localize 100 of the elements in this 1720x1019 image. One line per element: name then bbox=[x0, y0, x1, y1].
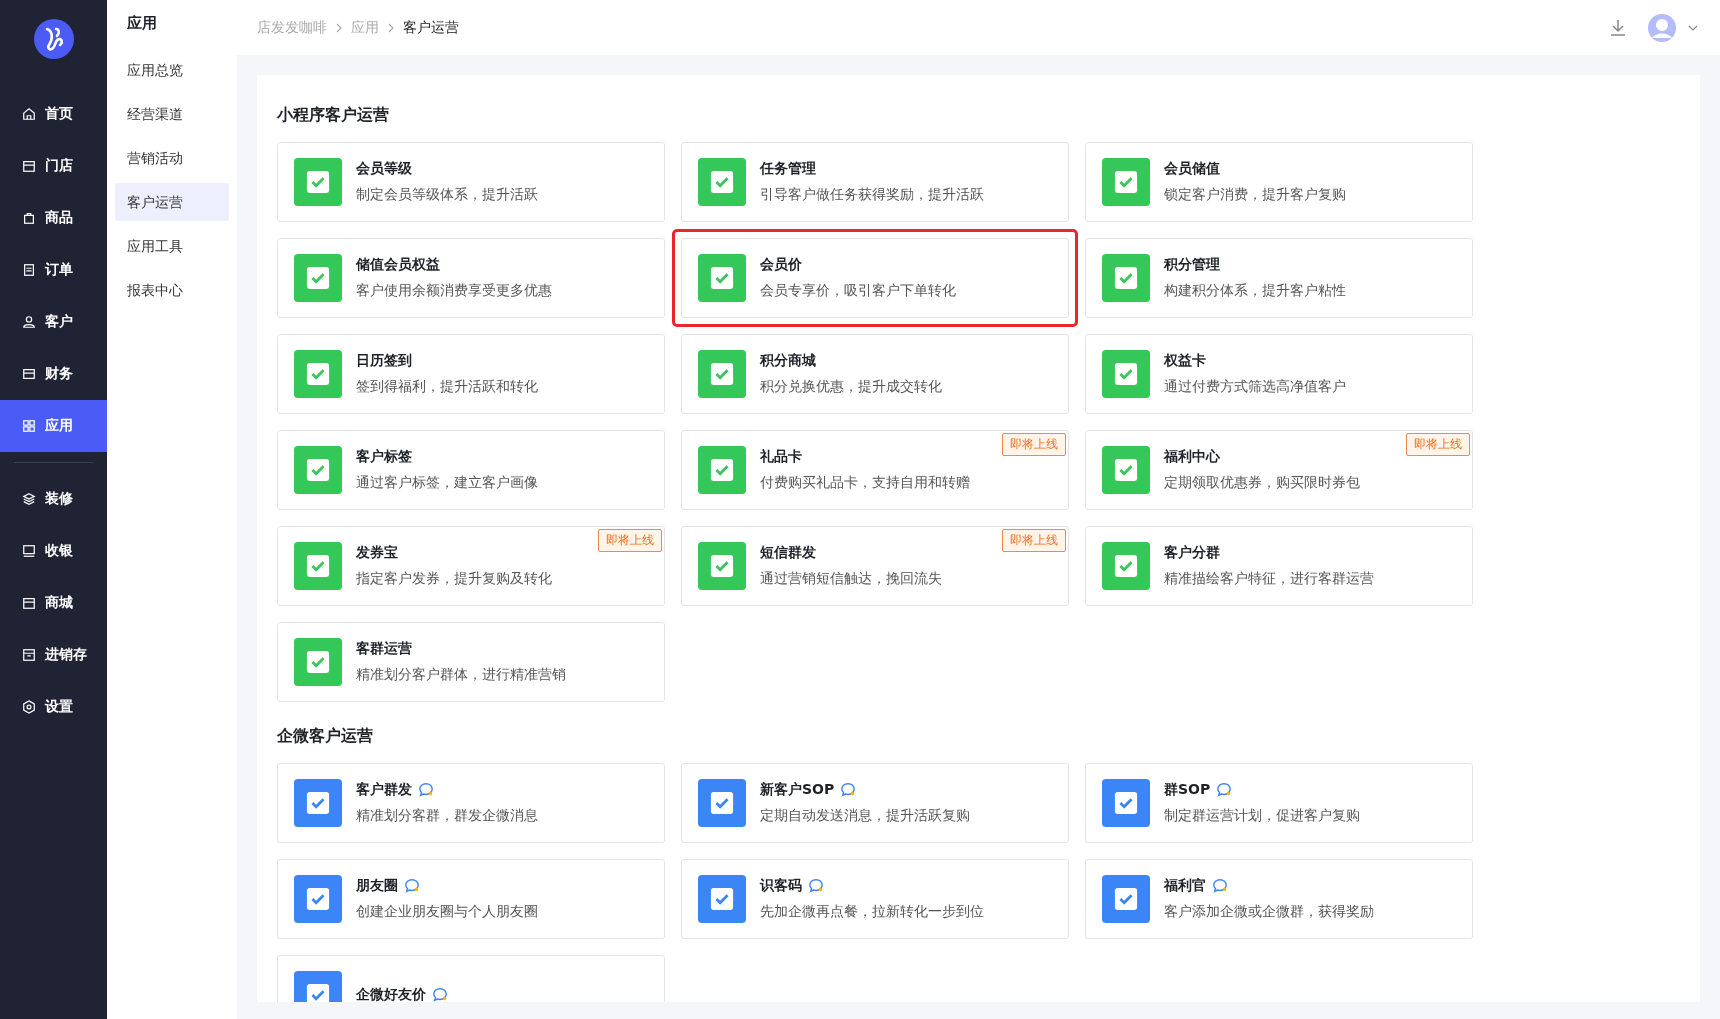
app-description: 制定会员等级体系，提升活跃 bbox=[356, 186, 538, 204]
app-description: 客户添加企微或企微群，获得奖励 bbox=[1164, 903, 1374, 921]
app-description: 指定客户发券，提升复购及转化 bbox=[356, 570, 552, 588]
app-card[interactable]: 会员储值 锁定客户消费，提升客户复购 bbox=[1085, 142, 1473, 222]
app-card[interactable]: 短信群发 通过营销短信触达，挽回流失 即将上线 bbox=[681, 526, 1069, 606]
nav-item[interactable]: 客户 bbox=[0, 296, 107, 348]
app-card[interactable]: 客户标签 通过客户标签，建立客户画像 bbox=[277, 430, 665, 510]
caret-icon[interactable] bbox=[1688, 24, 1698, 31]
app-title: 礼品卡 bbox=[760, 448, 802, 466]
app-title: 福利中心 bbox=[1164, 448, 1220, 466]
monitor-icon bbox=[22, 544, 36, 558]
app-card[interactable]: 朋友圈 创建企业朋友圈与个人朋友圈 bbox=[277, 859, 665, 939]
app-title: 企微好友价 bbox=[356, 986, 426, 1002]
nav-item[interactable]: 商城 bbox=[0, 577, 107, 629]
app-description: 构建积分体系，提升客户粘性 bbox=[1164, 282, 1346, 300]
app-title: 短信群发 bbox=[760, 544, 816, 562]
app-description: 精准描绘客户特征，进行客群运营 bbox=[1164, 570, 1374, 588]
app-description: 通过付费方式筛选高净值客户 bbox=[1164, 378, 1346, 396]
app-description: 精准划分客户群体，进行精准营销 bbox=[356, 666, 566, 684]
subnav-item[interactable]: 客户运营 bbox=[115, 183, 229, 221]
grid-icon bbox=[22, 419, 36, 433]
breadcrumb-item: 客户运营 bbox=[403, 18, 459, 37]
app-description: 签到得福利，提升活跃和转化 bbox=[356, 378, 538, 396]
app-card[interactable]: 福利中心 定期领取优惠券，购买限时券包 即将上线 bbox=[1085, 430, 1473, 510]
app-title: 客户群发 bbox=[356, 781, 412, 799]
logo-icon bbox=[33, 19, 74, 59]
app-title: 积分商城 bbox=[760, 352, 816, 370]
app-card[interactable]: 客群运营 精准划分客户群体，进行精准营销 bbox=[277, 622, 665, 702]
section-title: 企微客户运营 bbox=[277, 726, 374, 747]
subnav-item[interactable]: 营销活动 bbox=[115, 139, 229, 177]
card-icon bbox=[22, 367, 36, 381]
user-icon bbox=[22, 315, 36, 329]
app-description: 会员专享价，吸引客户下单转化 bbox=[760, 282, 956, 300]
app-description: 创建企业朋友圈与个人朋友圈 bbox=[356, 903, 538, 921]
app-title: 权益卡 bbox=[1164, 352, 1206, 370]
app-title: 客户标签 bbox=[356, 448, 412, 466]
app-card[interactable]: 会员价 会员专享价，吸引客户下单转化 bbox=[681, 238, 1069, 318]
subnav-item[interactable]: 报表中心 bbox=[115, 271, 229, 309]
nav-item[interactable]: 财务 bbox=[0, 348, 107, 400]
chevron-icon bbox=[387, 22, 395, 33]
archive-icon bbox=[22, 648, 36, 662]
app-card[interactable]: 客户群发 精准划分客群，群发企微消息 bbox=[277, 763, 665, 843]
app-card[interactable]: 权益卡 通过付费方式筛选高净值客户 bbox=[1085, 334, 1473, 414]
app-card[interactable]: 储值会员权益 客户使用余额消费享受更多优惠 bbox=[277, 238, 665, 318]
app-description: 付费购买礼品卡，支持自用和转赠 bbox=[760, 474, 970, 492]
app-card[interactable]: 任务管理 引导客户做任务获得奖励，提升活跃 bbox=[681, 142, 1069, 222]
home-icon bbox=[22, 107, 36, 121]
app-description: 客户使用余额消费享受更多优惠 bbox=[356, 282, 552, 300]
app-card[interactable]: 识客码 先加企微再点餐，拉新转化一步到位 bbox=[681, 859, 1069, 939]
app-card[interactable]: 日历签到 签到得福利，提升活跃和转化 bbox=[277, 334, 665, 414]
app-card[interactable]: 福利官 客户添加企微或企微群，获得奖励 bbox=[1085, 859, 1473, 939]
store-icon bbox=[22, 596, 36, 610]
subnav-item[interactable]: 经营渠道 bbox=[115, 95, 229, 133]
app-card[interactable]: 客户分群 精准描绘客户特征，进行客群运营 bbox=[1085, 526, 1473, 606]
subnav-title: 应用 bbox=[126, 13, 158, 34]
coming-soon-badge: 即将上线 bbox=[1406, 433, 1470, 456]
settings-icon bbox=[22, 700, 36, 714]
app-card[interactable]: 企微好友价 bbox=[277, 955, 665, 1002]
coming-soon-badge: 即将上线 bbox=[1002, 529, 1066, 552]
subnav-item[interactable]: 应用工具 bbox=[115, 227, 229, 265]
nav-item[interactable]: 进销存 bbox=[0, 629, 107, 681]
app-card[interactable]: 会员等级 制定会员等级体系，提升活跃 bbox=[277, 142, 665, 222]
nav-item[interactable]: 装修 bbox=[0, 473, 107, 525]
app-description: 定期自动发送消息，提升活跃复购 bbox=[760, 807, 970, 825]
app-title: 识客码 bbox=[760, 877, 802, 895]
app-description: 先加企微再点餐，拉新转化一步到位 bbox=[760, 903, 984, 921]
nav-item[interactable]: 设置 bbox=[0, 681, 107, 733]
nav-item[interactable]: 收银 bbox=[0, 525, 107, 577]
app-title: 日历签到 bbox=[356, 352, 412, 370]
nav-item[interactable]: 首页 bbox=[0, 88, 107, 140]
app-title: 客户分群 bbox=[1164, 544, 1220, 562]
app-card[interactable]: 积分商城 积分兑换优惠，提升成交转化 bbox=[681, 334, 1069, 414]
avatar-icon[interactable] bbox=[1648, 13, 1676, 42]
app-title: 会员等级 bbox=[356, 160, 412, 178]
document-icon bbox=[22, 263, 36, 277]
app-card[interactable]: 新客户SOP 定期自动发送消息，提升活跃复购 bbox=[681, 763, 1069, 843]
app-title: 任务管理 bbox=[760, 160, 816, 178]
nav-item[interactable]: 商品 bbox=[0, 192, 107, 244]
app-description: 积分兑换优惠，提升成交转化 bbox=[760, 378, 942, 396]
app-description: 通过营销短信触达，挽回流失 bbox=[760, 570, 942, 588]
app-card[interactable]: 群SOP 制定群运营计划，促进客户复购 bbox=[1085, 763, 1473, 843]
chevron-icon bbox=[335, 22, 343, 33]
subnav-item[interactable]: 应用总览 bbox=[115, 51, 229, 89]
app-title: 新客户SOP bbox=[760, 781, 835, 799]
nav-item[interactable]: 订单 bbox=[0, 244, 107, 296]
coming-soon-badge: 即将上线 bbox=[1002, 433, 1066, 456]
app-card[interactable]: 积分管理 构建积分体系，提升客户粘性 bbox=[1085, 238, 1473, 318]
app-description: 锁定客户消费，提升客户复购 bbox=[1164, 186, 1346, 204]
bag-icon bbox=[22, 211, 36, 225]
download-icon[interactable] bbox=[1608, 17, 1628, 38]
app-title: 发券宝 bbox=[356, 544, 398, 562]
app-title: 储值会员权益 bbox=[356, 256, 440, 274]
app-title: 会员价 bbox=[760, 256, 802, 274]
app-description: 定期领取优惠券，购买限时券包 bbox=[1164, 474, 1360, 492]
nav-item[interactable]: 应用 bbox=[0, 400, 107, 452]
app-title: 客群运营 bbox=[356, 640, 412, 658]
nav-item[interactable]: 门店 bbox=[0, 140, 107, 192]
layers-icon bbox=[22, 492, 36, 506]
app-card[interactable]: 发券宝 指定客户发券，提升复购及转化 即将上线 bbox=[277, 526, 665, 606]
app-card[interactable]: 礼品卡 付费购买礼品卡，支持自用和转赠 即将上线 bbox=[681, 430, 1069, 510]
